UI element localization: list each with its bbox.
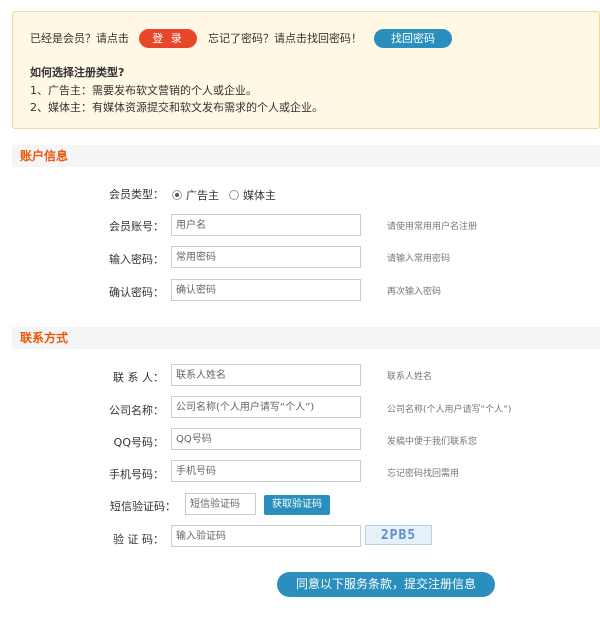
contact-person-label: 联 系 人： [113, 371, 164, 384]
notice-row: 已经是会员？请点击 登 录 忘记了密码？请点击找回密码！ 找回密码 [30, 28, 452, 48]
password-input[interactable] [171, 246, 361, 268]
password-label: 输入密码： [109, 253, 164, 266]
submit-registration-button[interactable]: 同意以下服务条款，提交注册信息 [277, 572, 495, 597]
already-member-text: 已经是会员？请点击 [30, 32, 129, 45]
captcha-input[interactable] [171, 525, 361, 547]
radio-media-label: 媒体主 [243, 189, 276, 202]
sms-code-input[interactable] [185, 493, 256, 515]
radio-advertiser-label: 广告主 [186, 189, 219, 202]
captcha-image[interactable]: 2PB5 [365, 525, 432, 545]
confirm-password-label: 确认密码： [109, 286, 164, 299]
account-input[interactable] [171, 214, 361, 236]
contact-person-input[interactable] [171, 364, 361, 386]
get-sms-code-button[interactable]: 获取验证码 [264, 495, 330, 515]
captcha-label: 验 证 码： [113, 533, 164, 546]
qq-hint: 发稿中便于我们联系您 [387, 437, 478, 447]
account-hint: 请使用常用用户名注册 [387, 222, 478, 232]
how-to-choose-title: 如何选择注册类型? [30, 66, 125, 79]
login-button[interactable]: 登 录 [139, 28, 197, 48]
radio-media[interactable] [229, 190, 239, 200]
account-section-title: 账户信息 [12, 145, 600, 167]
company-hint: 公司名称(个人用户请写“个人”) [387, 405, 512, 415]
notice-line-advertiser: 1、广告主：需要发布软文营销的个人或企业。 [30, 84, 257, 97]
member-type-label: 会员类型： [109, 188, 164, 201]
phone-hint: 忘记密码找回需用 [387, 469, 460, 479]
recover-password-button[interactable]: 找回密码 [374, 28, 452, 48]
company-input[interactable] [171, 396, 361, 418]
confirm-password-input[interactable] [171, 279, 361, 301]
confirm-password-hint: 再次输入密码 [387, 287, 442, 297]
sms-code-label: 短信验证码： [110, 500, 176, 513]
contact-section-title: 联系方式 [12, 327, 600, 349]
phone-label: 手机号码： [109, 468, 164, 481]
radio-advertiser[interactable] [172, 190, 182, 200]
forgot-password-text: 忘记了密码？请点击找回密码！ [208, 32, 362, 45]
password-hint: 请输入常用密码 [387, 254, 451, 264]
qq-input[interactable] [171, 428, 361, 450]
member-type-radio-group: 广告主 媒体主 [172, 187, 276, 203]
contact-person-hint: 联系人姓名 [387, 372, 433, 382]
account-label: 会员账号： [109, 220, 164, 233]
notice-line-media: 2、媒体主：有媒体资源提交和软文发布需求的个人或企业。 [30, 101, 323, 114]
qq-label: QQ号码： [113, 436, 164, 449]
company-label: 公司名称： [109, 404, 164, 417]
login-notice-box: 已经是会员？请点击 登 录 忘记了密码？请点击找回密码！ 找回密码 如何选择注册… [12, 11, 600, 129]
phone-input[interactable] [171, 460, 361, 482]
